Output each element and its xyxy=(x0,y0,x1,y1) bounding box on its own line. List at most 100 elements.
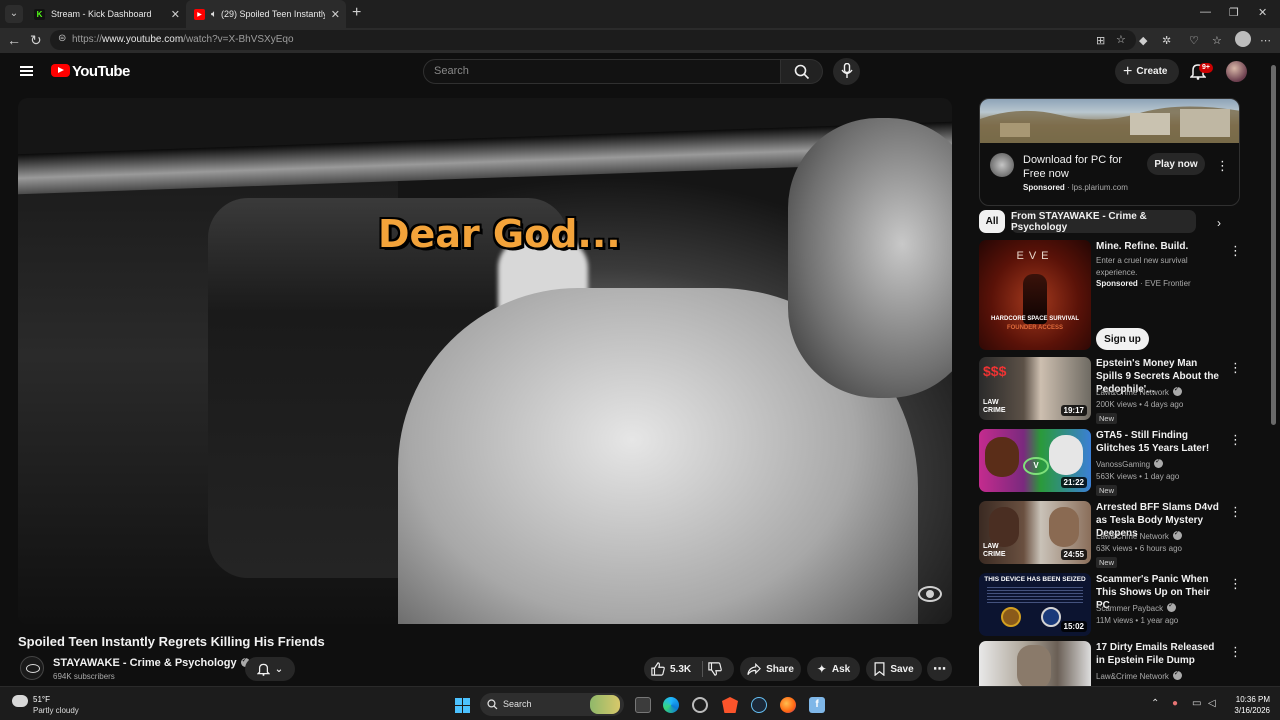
minimize-icon[interactable]: — xyxy=(1200,6,1211,18)
video-thumbnail[interactable]: V 21:22 xyxy=(979,429,1091,492)
extensions-puzzle-icon[interactable]: ✲ xyxy=(1162,34,1171,47)
video-channel[interactable]: Law&Crime Network xyxy=(1096,669,1182,681)
video-channel[interactable]: Law&Crime Network xyxy=(1096,529,1182,541)
browser-profile-avatar[interactable] xyxy=(1235,31,1251,47)
microphone-in-use-icon[interactable]: ● xyxy=(1172,698,1178,709)
extension-icon[interactable]: ◆ xyxy=(1139,34,1147,47)
browser-toolbar: ← ↻ ⊜ https://www.youtube.com/watch?v=X-… xyxy=(0,28,1280,53)
more-actions-button[interactable]: ⋯ xyxy=(927,657,952,681)
video-menu-icon[interactable] xyxy=(1229,645,1239,658)
new-tab-button[interactable]: + xyxy=(352,4,361,22)
page-scrollbar[interactable] xyxy=(1271,65,1276,425)
video-menu-icon[interactable] xyxy=(1229,433,1239,446)
video-title-link[interactable]: GTA5 - Still Finding Glitches 15 Years L… xyxy=(1096,429,1226,455)
restore-icon[interactable]: ❐ xyxy=(1229,6,1239,19)
firefox-icon[interactable] xyxy=(780,697,796,713)
favorite-star-icon[interactable]: ☆ xyxy=(1116,33,1126,46)
gta-logo-icon: V xyxy=(1023,457,1049,475)
kick-favicon-icon: K xyxy=(34,8,45,20)
show-hidden-icons-icon[interactable]: ⌃ xyxy=(1151,698,1159,709)
voice-search-button[interactable] xyxy=(833,58,860,85)
microphone-icon xyxy=(841,63,853,78)
chip-from-channel[interactable]: From STAYAWAKE - Crime & Psychology xyxy=(1011,210,1196,233)
thumb-text-lines xyxy=(987,587,1083,603)
speaker-icon[interactable]: 🔈︎ xyxy=(211,9,217,20)
search-icon xyxy=(794,64,810,80)
thumbs-up-icon xyxy=(651,662,665,676)
weather-description[interactable]: Partly cloudy xyxy=(33,706,79,715)
sponsored-ad-card[interactable]: Download for PC for Free now Sponsored ·… xyxy=(979,98,1240,206)
search-input[interactable]: Search xyxy=(423,59,781,84)
channel-name-link[interactable]: STAYAWAKE - Crime & Psychology xyxy=(53,656,250,669)
like-dislike-group: 5.3K xyxy=(644,657,734,681)
video-thumbnail[interactable]: $$$ LAW CRIME 19:17 xyxy=(979,357,1091,420)
play-now-button[interactable]: Play now xyxy=(1147,153,1205,175)
bell-icon xyxy=(256,663,270,676)
search-button[interactable] xyxy=(781,59,823,84)
back-icon[interactable]: ← xyxy=(7,32,21,48)
favorites-icon[interactable]: ☆ xyxy=(1212,34,1222,47)
video-title-link[interactable]: 17 Dirty Emails Released in Epstein File… xyxy=(1096,641,1226,667)
windows-start-icon[interactable] xyxy=(455,698,470,713)
video-player[interactable]: Dear God... xyxy=(18,98,952,624)
brave-browser-icon[interactable] xyxy=(722,697,738,713)
network-icon[interactable]: ▭ xyxy=(1192,698,1201,709)
app-icon[interactable] xyxy=(692,697,708,713)
video-thumbnail[interactable] xyxy=(979,641,1091,686)
save-button[interactable]: Save xyxy=(866,657,922,681)
notification-count-badge: 9+ xyxy=(1199,63,1213,73)
subscribed-notifications-button[interactable]: ⌄ xyxy=(245,657,295,681)
video-menu-icon[interactable] xyxy=(1229,361,1239,374)
taskbar-search[interactable]: Search xyxy=(480,693,624,716)
youtube-logo-icon[interactable] xyxy=(51,64,70,77)
account-avatar[interactable] xyxy=(1226,61,1247,82)
ad-menu-icon[interactable] xyxy=(1216,159,1226,172)
app-available-icon[interactable]: ⊞ xyxy=(1096,34,1105,47)
tab-youtube-video[interactable]: ▶ 🔈︎ (29) Spoiled Teen Instantly Re ✕ xyxy=(186,0,346,28)
close-tab-icon[interactable]: ✕ xyxy=(171,8,180,21)
eve-promo-thumbnail[interactable]: EVE HARDCORE SPACE SURVIVAL FOUNDER ACCE… xyxy=(979,240,1091,350)
steam-icon[interactable] xyxy=(751,697,767,713)
partly-cloudy-icon[interactable] xyxy=(9,691,28,707)
video-menu-icon[interactable] xyxy=(1229,577,1239,590)
chevron-right-icon[interactable]: › xyxy=(1217,216,1221,230)
chip-all[interactable]: All xyxy=(979,210,1005,233)
video-thumbnail[interactable]: LAW CRIME 24:55 xyxy=(979,501,1091,564)
divider xyxy=(702,661,703,677)
app-icon[interactable]: f xyxy=(809,697,825,713)
tab-kick-dashboard[interactable]: K Stream - Kick Dashboard ✕ xyxy=(26,0,186,28)
tab-title: Stream - Kick Dashboard xyxy=(51,9,152,19)
like-button[interactable]: 5.3K xyxy=(651,662,691,676)
weather-temperature[interactable]: 51°F xyxy=(33,695,50,704)
dislike-button[interactable] xyxy=(708,662,722,679)
volume-icon[interactable]: ◁ xyxy=(1208,698,1216,709)
promo-title[interactable]: Mine. Refine. Build. xyxy=(1096,240,1226,253)
thumbs-down-icon xyxy=(708,662,722,676)
video-channel[interactable]: VanossGaming xyxy=(1096,457,1164,469)
share-button[interactable]: Share xyxy=(740,657,801,681)
sign-up-button[interactable]: Sign up xyxy=(1096,328,1149,350)
windows-taskbar: 51°F Partly cloudy Search f ⌃ ● ▭ ◁ 10:3… xyxy=(0,686,1280,720)
task-view-icon[interactable] xyxy=(635,697,651,713)
browser-essentials-icon[interactable]: ♡ xyxy=(1189,34,1199,47)
hamburger-menu-icon[interactable] xyxy=(20,66,33,76)
youtube-logo-text[interactable]: YouTube xyxy=(72,63,130,80)
address-bar[interactable]: ⊜ https://www.youtube.com/watch?v=X-BhVS… xyxy=(50,30,1136,50)
video-thumbnail[interactable]: THIS DEVICE HAS BEEN SEIZED 15:02 xyxy=(979,573,1091,636)
edge-browser-icon[interactable] xyxy=(663,697,679,713)
video-channel[interactable]: Scammer Payback xyxy=(1096,601,1177,613)
create-button[interactable]: + Create xyxy=(1115,59,1179,84)
tab-actions-menu[interactable]: ⌄ xyxy=(5,5,23,23)
video-menu-icon[interactable] xyxy=(1229,505,1239,518)
close-window-icon[interactable]: ✕ xyxy=(1258,6,1267,19)
thumb-headline: THIS DEVICE HAS BEEN SEIZED xyxy=(984,576,1086,583)
taskbar-clock[interactable]: 10:36 PM 3/16/2026 xyxy=(1224,694,1270,716)
video-channel[interactable]: Law&Crime Network xyxy=(1096,385,1182,397)
site-info-icon[interactable]: ⊜ xyxy=(58,33,66,44)
channel-avatar[interactable] xyxy=(20,656,44,680)
reload-icon[interactable]: ↻ xyxy=(30,32,42,49)
ask-button[interactable]: ✦ Ask xyxy=(807,657,860,681)
close-tab-icon[interactable]: ✕ xyxy=(331,8,340,21)
more-options-icon[interactable]: ⋯ xyxy=(1260,34,1271,47)
promo-menu-icon[interactable] xyxy=(1229,244,1239,257)
